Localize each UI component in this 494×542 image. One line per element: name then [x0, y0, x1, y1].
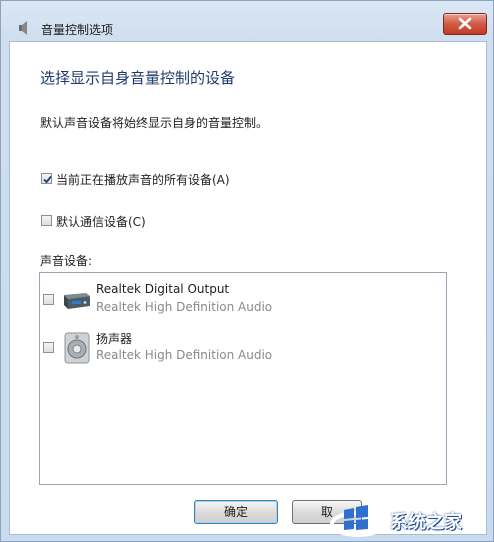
window-title: 音量控制选项	[41, 23, 114, 37]
watermark-text: 系统之家	[390, 512, 462, 533]
close-icon	[458, 17, 472, 30]
speaker-app-icon	[19, 21, 27, 35]
sound-devices-list[interactable]: Realtek Digital Output Realtek High Defi…	[39, 272, 447, 485]
speaker-icon	[64, 332, 90, 364]
speakers-checkbox[interactable]	[43, 342, 54, 353]
all-playing-devices-label[interactable]: 当前正在播放声音的所有设备(A)	[56, 171, 230, 188]
close-button[interactable]	[443, 13, 487, 35]
digital-output-icon	[64, 293, 90, 309]
device-row-speakers[interactable]: 扬声器 Realtek High Definition Audio	[40, 325, 446, 371]
checkmark-icon	[43, 175, 52, 184]
sound-devices-label: 声音设备:	[40, 254, 93, 268]
default-communication-label[interactable]: 默认通信设备(C)	[56, 213, 146, 230]
default-communication-checkbox[interactable]	[41, 215, 52, 226]
dialog-description: 默认声音设备将始终显示自身的音量控制。	[40, 116, 269, 130]
watermark: 系统之家	[330, 496, 494, 542]
device-subtitle: Realtek High Definition Audio	[96, 348, 273, 362]
dialog-content: 选择显示自身音量控制的设备 默认声音设备将始终显示自身的音量控制。 当前正在播放…	[9, 41, 487, 535]
device-name: 扬声器	[96, 332, 133, 346]
watermark-logo-icon	[330, 505, 386, 537]
dialog-heading: 选择显示自身音量控制的设备	[40, 69, 236, 87]
device-name: Realtek Digital Output	[96, 282, 230, 296]
ok-button[interactable]: 确定	[194, 500, 278, 524]
dialog-window: 音量控制选项 选择显示自身音量控制的设备 默认声音设备将始终显示自身的音量控制。…	[0, 0, 494, 542]
digital-output-checkbox[interactable]	[43, 294, 54, 305]
all-playing-devices-checkbox[interactable]	[41, 173, 52, 184]
title-bar[interactable]: 音量控制选项	[1, 1, 494, 41]
device-subtitle: Realtek High Definition Audio	[96, 300, 273, 314]
device-row-digital-output[interactable]: Realtek Digital Output Realtek High Defi…	[40, 277, 446, 323]
